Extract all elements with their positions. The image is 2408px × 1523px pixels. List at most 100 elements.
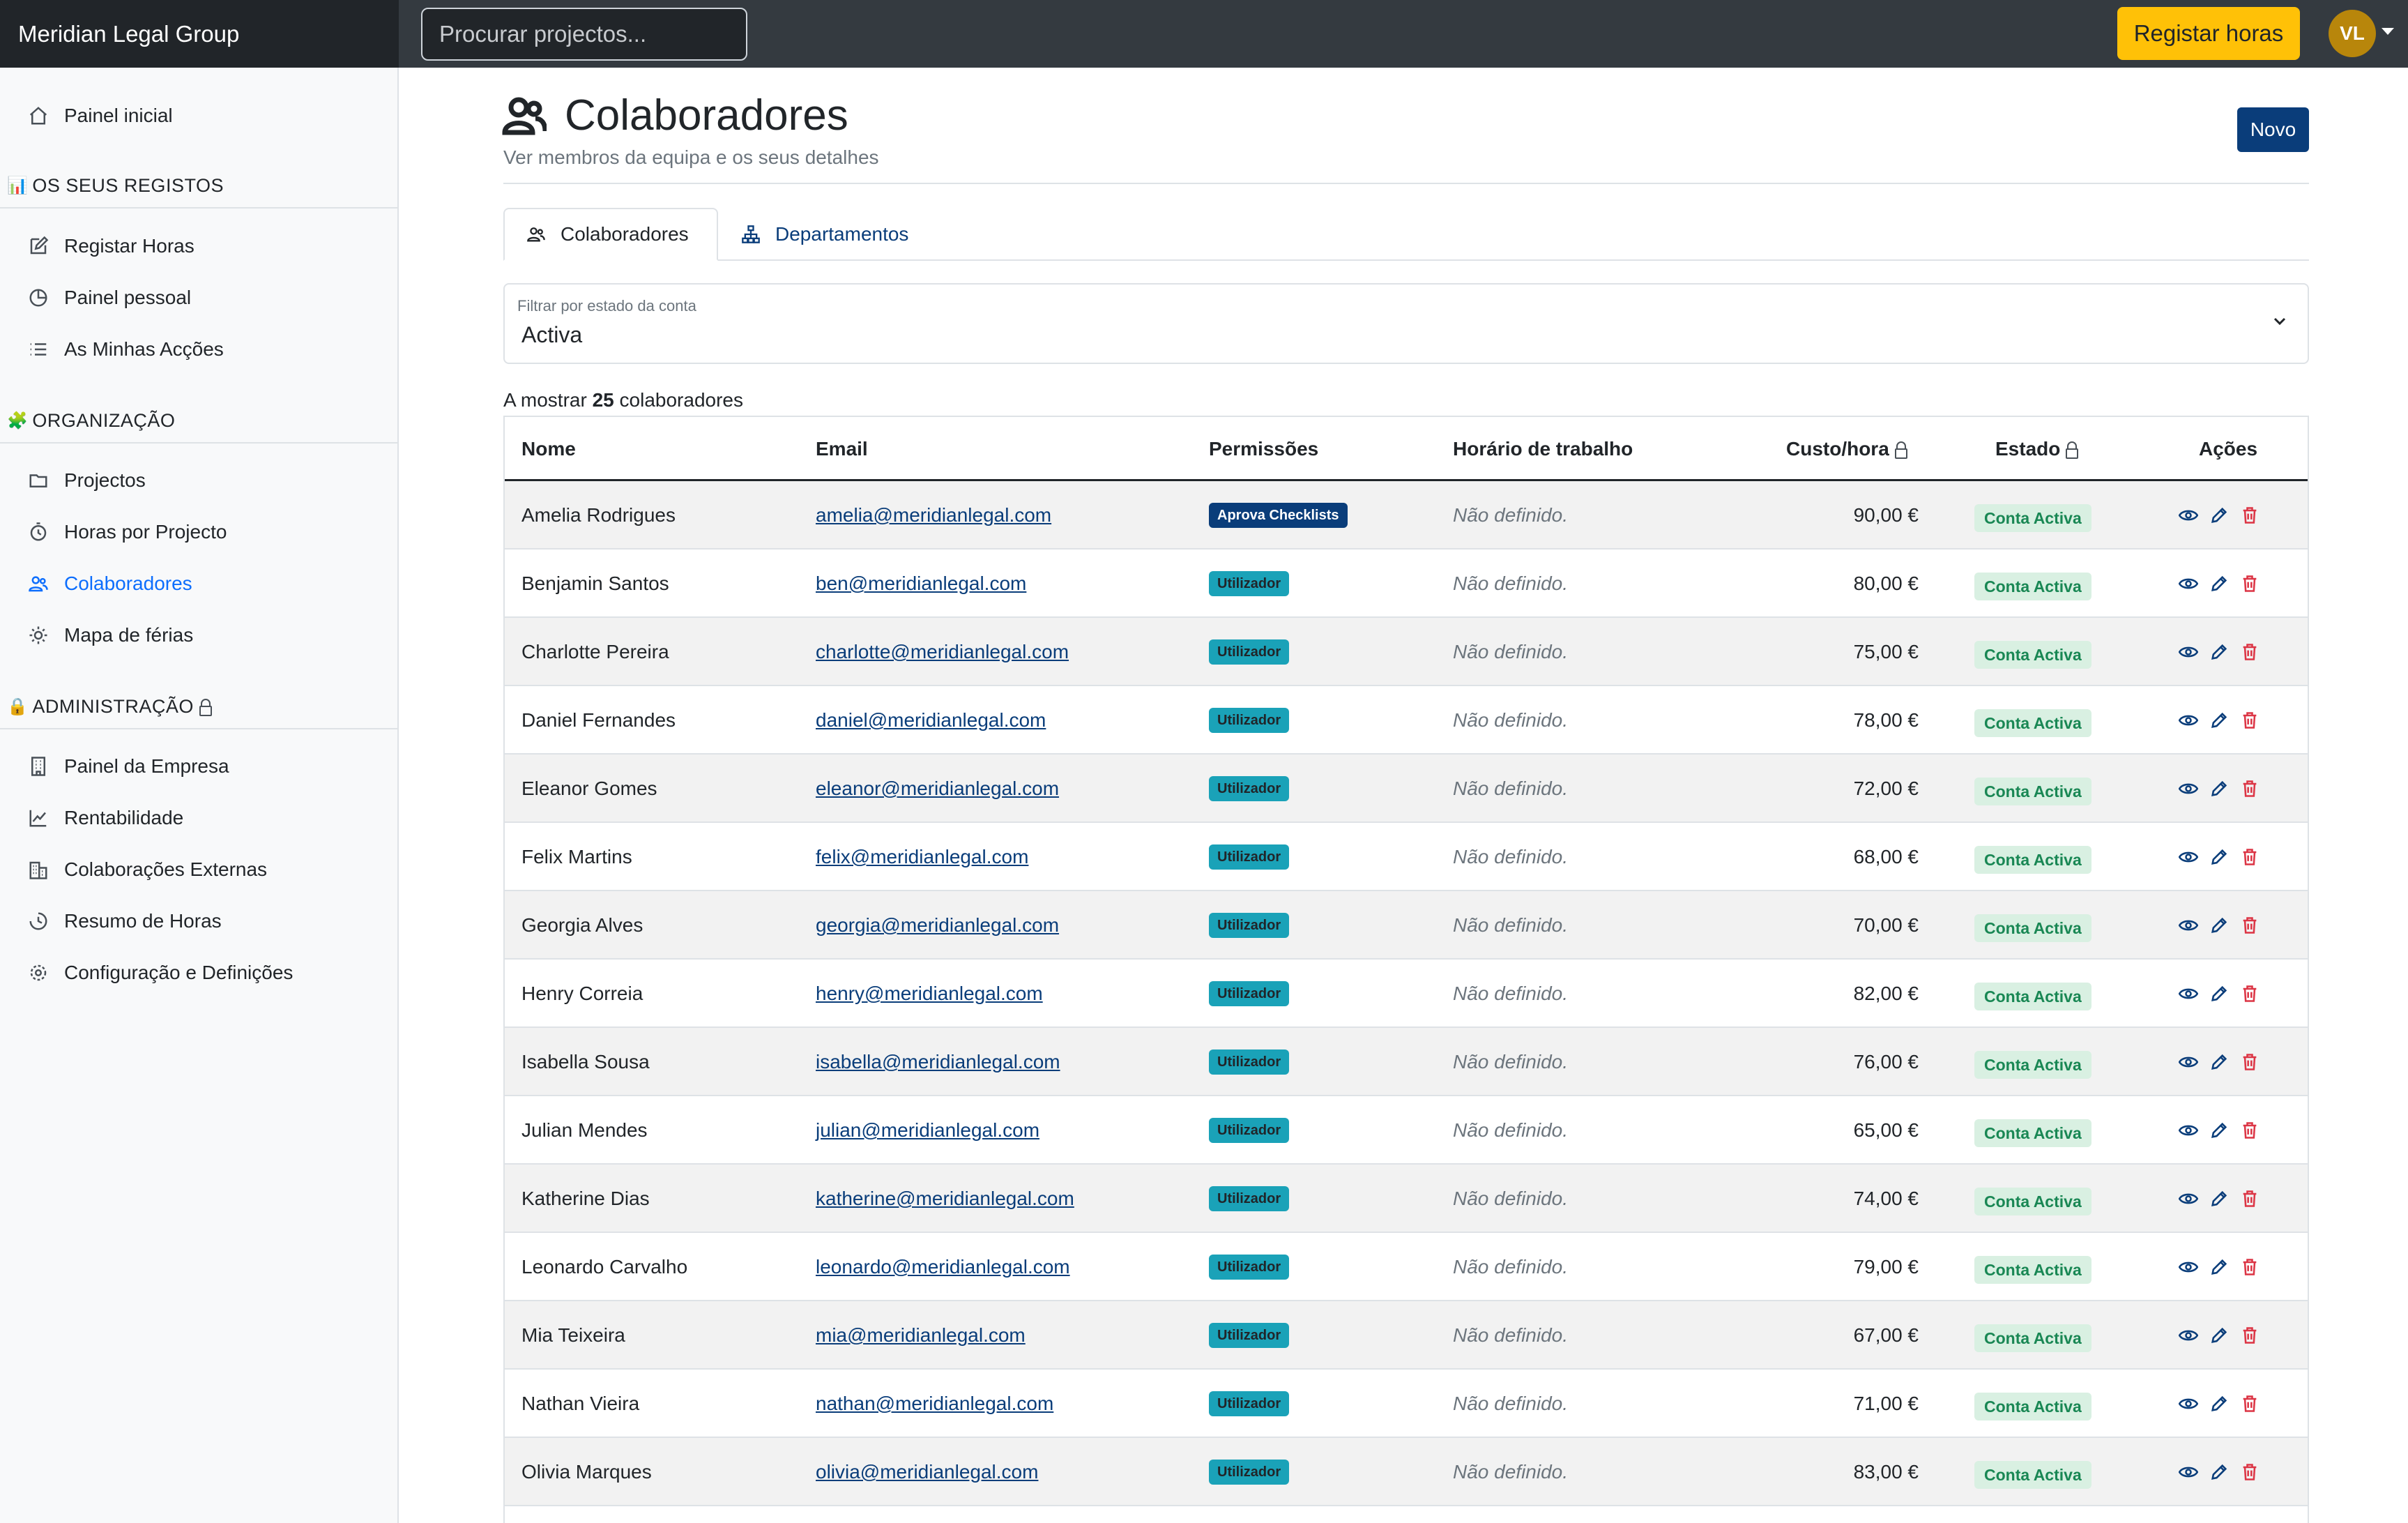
eye-icon[interactable] (2178, 710, 2199, 731)
eye-icon[interactable] (2178, 778, 2199, 799)
sidebar-item-register-hours[interactable]: Registar Horas (28, 229, 195, 264)
email-link[interactable]: daniel@meridianlegal.com (816, 686, 1046, 755)
cell-name: Eleanor Gomes (521, 778, 657, 799)
trash-icon[interactable] (2239, 1188, 2260, 1209)
eye-icon[interactable] (2178, 1188, 2199, 1209)
pencil-icon[interactable] (2209, 573, 2230, 594)
tab-collaborators[interactable]: Colaboradores (503, 208, 718, 261)
sidebar-item-external-collaborations[interactable]: Colaborações Externas (28, 852, 267, 887)
user-avatar[interactable]: VL (2329, 10, 2376, 57)
tab-departments[interactable]: Departamentos (740, 208, 908, 261)
trash-icon[interactable] (2239, 1393, 2260, 1414)
column-header-permissions[interactable]: Permissões (1209, 417, 1318, 481)
caret-down-icon[interactable] (2382, 28, 2394, 35)
pencil-square-icon (30, 236, 49, 255)
email-link[interactable]: julian@meridianlegal.com (816, 1096, 1039, 1165)
eye-icon[interactable] (2178, 983, 2199, 1004)
trash-icon[interactable] (2239, 983, 2260, 1004)
column-header-cost[interactable]: Custo/hora (1786, 417, 1907, 481)
email-link[interactable]: leonardo@meridianlegal.com (816, 1233, 1070, 1301)
email-link[interactable]: henry@meridianlegal.com (816, 960, 1043, 1028)
trash-icon[interactable] (2239, 1462, 2260, 1483)
sidebar-item-my-actions[interactable]: As Minhas Acções (28, 332, 224, 367)
pencil-icon[interactable] (2209, 1052, 2230, 1073)
email-link[interactable]: eleanor@meridianlegal.com (816, 755, 1059, 823)
sidebar-item-home[interactable]: Painel inicial (28, 98, 173, 133)
trash-icon[interactable] (2239, 778, 2260, 799)
eye-icon[interactable] (2178, 505, 2199, 526)
pencil-icon[interactable] (2209, 1257, 2230, 1278)
email-link[interactable]: ben@meridianlegal.com (816, 550, 1026, 618)
trash-icon[interactable] (2239, 1257, 2260, 1278)
trash-icon[interactable] (2239, 915, 2260, 936)
email-link[interactable]: charlotte@meridianlegal.com (816, 618, 1069, 686)
sidebar-item-hours-summary[interactable]: Resumo de Horas (28, 904, 222, 939)
pencil-icon[interactable] (2209, 1325, 2230, 1346)
eye-icon[interactable] (2178, 1052, 2199, 1073)
permission-badge: Utilizador (1209, 571, 1290, 596)
pencil-icon[interactable] (2209, 505, 2230, 526)
column-header-name[interactable]: Nome (521, 417, 576, 481)
email-link[interactable]: mia@meridianlegal.com (816, 1301, 1026, 1370)
count-suffix: colaboradores (619, 389, 743, 411)
email-link[interactable]: olivia@meridianlegal.com (816, 1438, 1038, 1506)
email-link[interactable]: nathan@meridianlegal.com (816, 1370, 1053, 1438)
new-collaborator-button[interactable]: Novo (2237, 107, 2309, 152)
eye-icon[interactable] (2178, 1325, 2199, 1346)
sidebar-item-holiday-map[interactable]: Mapa de férias (28, 618, 193, 653)
email-link[interactable]: isabella@meridianlegal.com (816, 1028, 1060, 1096)
email-link[interactable]: georgia@meridianlegal.com (816, 891, 1059, 960)
pencil-icon[interactable] (2209, 915, 2230, 936)
pencil-icon[interactable] (2209, 983, 2230, 1004)
eye-icon[interactable] (2178, 573, 2199, 594)
trash-icon[interactable] (2239, 573, 2260, 594)
pie-chart-icon (29, 289, 47, 307)
pencil-icon[interactable] (2209, 847, 2230, 867)
trash-icon[interactable] (2239, 1052, 2260, 1073)
permission-cell: Utilizador (1209, 550, 1290, 618)
sidebar-item-company-dashboard[interactable]: Painel da Empresa (28, 749, 229, 784)
row-actions (2178, 1165, 2260, 1233)
sidebar-item-collaborators[interactable]: Colaboradores (28, 566, 192, 601)
pencil-icon[interactable] (2209, 1462, 2230, 1483)
sidebar-item-hours-per-project[interactable]: Horas por Projecto (28, 515, 227, 550)
status-badge: Conta Activa (1974, 846, 2091, 874)
brand-name[interactable]: Meridian Legal Group (0, 0, 399, 68)
eye-icon[interactable] (2178, 1120, 2199, 1141)
trash-icon[interactable] (2239, 710, 2260, 731)
pencil-icon[interactable] (2209, 1393, 2230, 1414)
pencil-icon[interactable] (2209, 642, 2230, 662)
trash-icon[interactable] (2239, 642, 2260, 662)
trash-icon[interactable] (2239, 847, 2260, 867)
sidebar-item-profitability[interactable]: Rentabilidade (28, 801, 183, 835)
account-status-filter-select[interactable]: Filtrar por estado da conta Activa (503, 283, 2309, 364)
sidebar-item-projects[interactable]: Projectos (28, 463, 146, 498)
eye-icon[interactable] (2178, 1257, 2199, 1278)
sidebar-item-personal-dashboard[interactable]: Painel pessoal (28, 280, 191, 315)
eye-icon[interactable] (2178, 915, 2199, 936)
trash-icon[interactable] (2239, 505, 2260, 526)
permission-badge: Utilizador (1209, 844, 1290, 870)
eye-icon[interactable] (2178, 847, 2199, 867)
column-header-email[interactable]: Email (816, 417, 868, 481)
email-link[interactable]: felix@meridianlegal.com (816, 823, 1028, 891)
sidebar-item-settings[interactable]: Configuração e Definições (28, 955, 293, 990)
eye-icon[interactable] (2178, 642, 2199, 662)
eye-icon[interactable] (2178, 1393, 2199, 1414)
pencil-icon[interactable] (2209, 1188, 2230, 1209)
trash-icon[interactable] (2239, 1325, 2260, 1346)
search-input[interactable]: Procurar projectos... (421, 7, 747, 61)
eye-icon[interactable] (2178, 1462, 2199, 1483)
email-link[interactable]: katherine@meridianlegal.com (816, 1165, 1074, 1233)
column-header-state[interactable]: Estado (1995, 417, 2079, 481)
cell-cost: 79,00 € (1853, 1256, 1919, 1278)
trash-icon[interactable] (2239, 1120, 2260, 1141)
column-header-schedule[interactable]: Horário de trabalho (1453, 417, 1633, 481)
register-hours-button[interactable]: Registar horas (2117, 7, 2300, 60)
pencil-icon[interactable] (2209, 778, 2230, 799)
pencil-icon[interactable] (2209, 1120, 2230, 1141)
sidebar: Painel inicial 📊 OS SEUS REGISTOS Regist… (0, 68, 399, 1523)
email-link[interactable]: amelia@meridianlegal.com (816, 481, 1051, 550)
pencil-icon[interactable] (2209, 710, 2230, 731)
cell-cost: 68,00 € (1853, 846, 1919, 867)
